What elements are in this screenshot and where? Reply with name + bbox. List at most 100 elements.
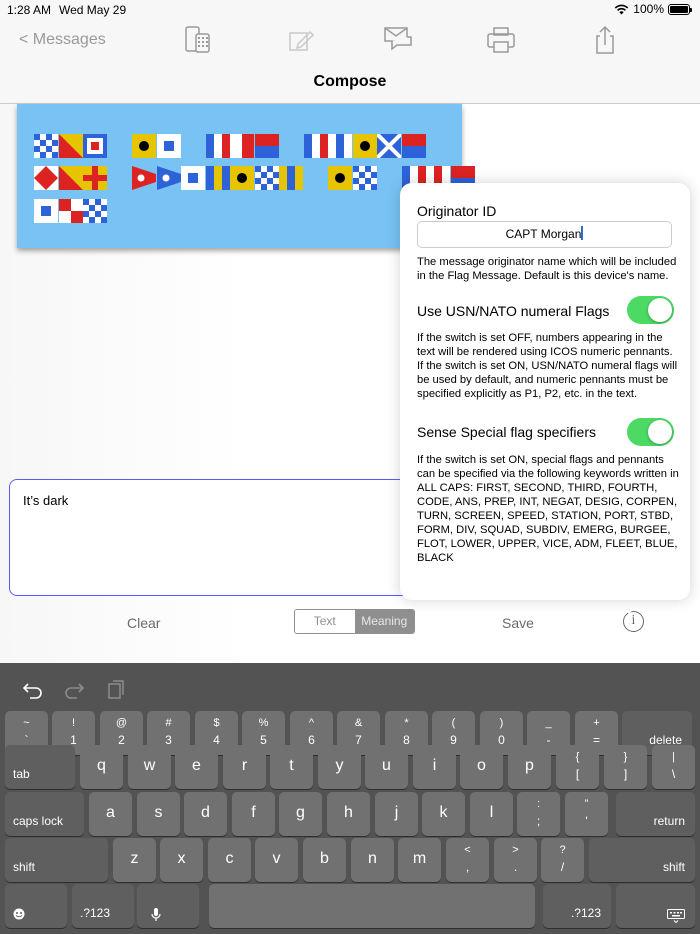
signal-flag [205, 134, 230, 158]
segment-meaning[interactable]: Meaning [354, 610, 414, 633]
paste-icon[interactable] [105, 678, 127, 700]
redo-icon[interactable] [63, 678, 85, 700]
on-screen-keyboard: ~ `! 1 @2 #3 $4% 5 ^ 6 & 7 * 8(9) 0 _ - + = delete tab q w e r t… [0, 663, 700, 934]
signal-flag [58, 134, 83, 158]
key-e[interactable]: e [175, 745, 218, 789]
signal-flag [34, 134, 58, 158]
key-label: h [344, 804, 353, 821]
emoji-icon[interactable] [5, 884, 67, 928]
key-tab[interactable]: tab [5, 745, 75, 789]
key-sym1-11[interactable]: {[ [556, 745, 599, 789]
key-h[interactable]: h [327, 792, 370, 836]
key-c[interactable]: c [208, 838, 251, 882]
key-f[interactable]: f [232, 792, 275, 836]
key-label: . [513, 860, 518, 874]
key-sym2-10[interactable]: :; [517, 792, 560, 836]
key-label: .?123 [80, 906, 111, 920]
message-text-input[interactable]: It’s dark [9, 479, 429, 596]
key-b[interactable]: b [303, 838, 346, 882]
numeral-flags-toggle[interactable] [627, 296, 674, 324]
key-label: ' [585, 814, 588, 828]
key-label: d [201, 804, 210, 821]
key-o[interactable]: o [460, 745, 503, 789]
key-y[interactable]: y [318, 745, 361, 789]
message-reply-icon[interactable] [383, 25, 413, 55]
key-sym1-12[interactable]: }] [604, 745, 647, 789]
key-capslock[interactable]: caps lock [5, 792, 84, 836]
key-123[interactable]: .?123 [543, 884, 611, 928]
key-n[interactable]: n [351, 838, 394, 882]
key-w[interactable]: w [128, 745, 171, 789]
key-k[interactable]: k [422, 792, 465, 836]
key-label: j [394, 804, 399, 821]
signal-flag [328, 166, 352, 190]
key-shifted-label: | [672, 751, 675, 763]
settings-popover: Originator ID CAPT Morgan The message or… [400, 183, 690, 600]
key-v[interactable]: v [255, 838, 298, 882]
signal-flag [156, 134, 181, 158]
key-z[interactable]: z [113, 838, 156, 882]
key-j[interactable]: j [375, 792, 418, 836]
key-shift[interactable]: shift [5, 838, 108, 882]
key-label: q [97, 757, 106, 774]
undo-icon[interactable] [22, 678, 44, 700]
microphone-icon[interactable] [137, 884, 199, 928]
compose-icon[interactable] [287, 25, 317, 55]
key-r[interactable]: r [223, 745, 266, 789]
info-icon[interactable]: i [623, 611, 644, 632]
key-s[interactable]: s [137, 792, 180, 836]
key-label: i [432, 757, 437, 774]
key-g[interactable]: g [279, 792, 322, 836]
key-m[interactable]: m [398, 838, 441, 882]
key-sym3-9[interactable]: >. [494, 838, 537, 882]
status-time: 1:28 AM [7, 3, 52, 17]
view-mode-segmented-control: Text Meaning [294, 609, 415, 634]
key-label: b [320, 850, 329, 867]
flag-code-icon[interactable] [183, 25, 213, 55]
originator-id-input[interactable]: CAPT Morgan [417, 221, 672, 248]
save-button[interactable]: Save [502, 615, 534, 631]
key-label: c [225, 850, 234, 867]
key-p[interactable]: p [508, 745, 551, 789]
key-sym1-13[interactable]: | \ [652, 745, 695, 789]
clear-button[interactable]: Clear [127, 615, 160, 631]
signal-flag [83, 199, 107, 223]
space-bar[interactable] [209, 884, 535, 928]
key-label: ; [536, 814, 541, 828]
key-i[interactable]: i [413, 745, 456, 789]
page-title: Compose [313, 73, 387, 90]
key-l[interactable]: l [470, 792, 513, 836]
key-d[interactable]: d [184, 792, 227, 836]
key-quote[interactable]: ” ' [565, 792, 608, 836]
key-return[interactable]: return [616, 792, 695, 836]
key-shifted-label: ! [71, 717, 76, 729]
special-flags-toggle[interactable] [627, 418, 674, 446]
key-t[interactable]: t [270, 745, 313, 789]
signal-flag [205, 166, 230, 190]
signal-flag [34, 166, 58, 190]
key-x[interactable]: x [160, 838, 203, 882]
key-u[interactable]: u [365, 745, 408, 789]
key-sym3-10[interactable]: ? / [541, 838, 584, 882]
key-shifted-label: ( [451, 717, 456, 729]
key-label: , [465, 860, 470, 874]
signal-flag [58, 166, 83, 190]
key-a[interactable]: a [89, 792, 132, 836]
share-icon[interactable] [590, 25, 620, 55]
key-sym3-8[interactable]: <, [446, 838, 489, 882]
key-123[interactable]: .?123 [72, 884, 134, 928]
key-shifted-label: > [512, 844, 519, 856]
segment-text[interactable]: Text [295, 610, 355, 633]
keyboard-hide-icon[interactable] [616, 884, 695, 928]
key-q[interactable]: q [80, 745, 123, 789]
key-label: t [289, 757, 294, 774]
key-label: tab [13, 767, 30, 781]
key-label: n [368, 850, 377, 867]
navigation-bar: < Messages Compose [0, 20, 700, 104]
key-shift[interactable]: shift [589, 838, 695, 882]
print-icon[interactable] [486, 25, 516, 55]
originator-label: Originator ID [417, 203, 497, 219]
key-label: return [653, 814, 685, 828]
key-shifted-label: { [575, 751, 580, 763]
back-button[interactable]: < Messages [19, 31, 106, 49]
